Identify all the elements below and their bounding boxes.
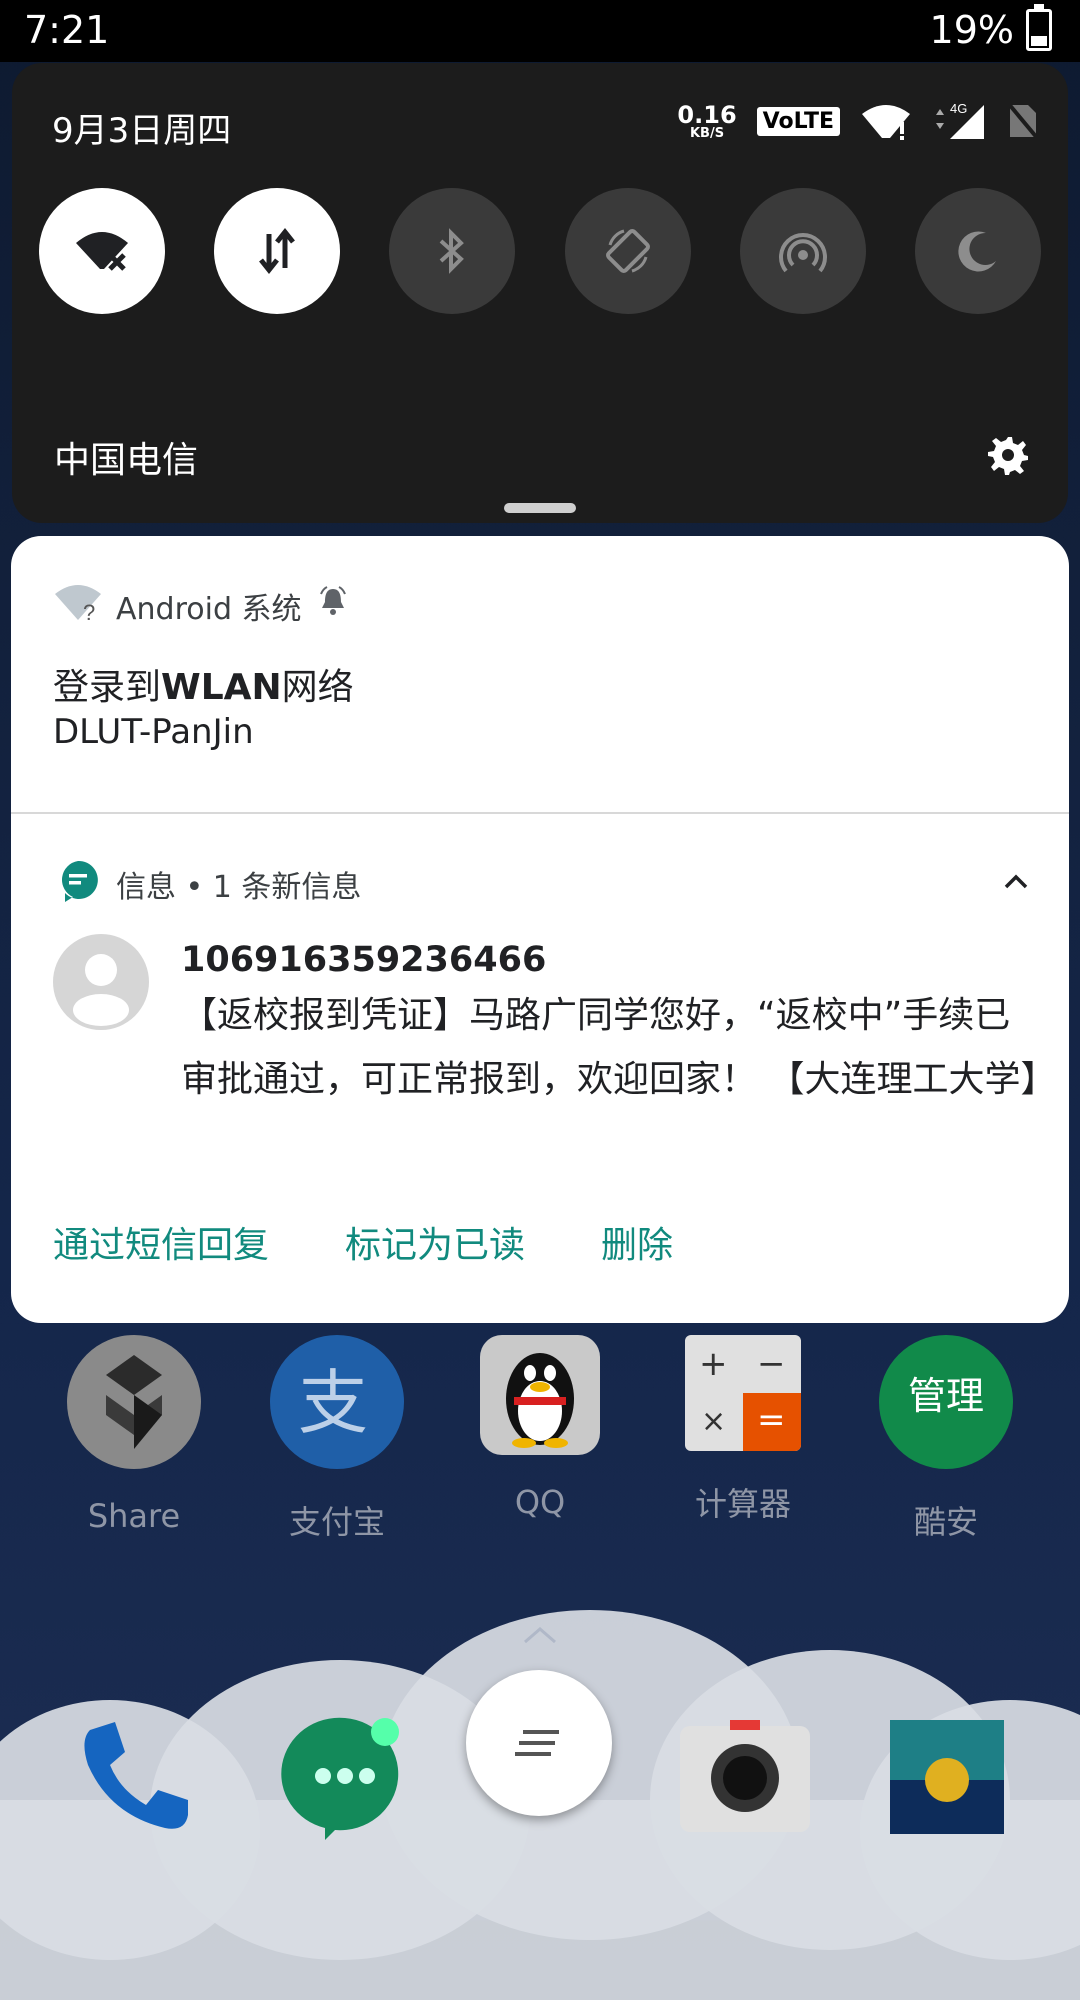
svg-text:+: + — [699, 1344, 728, 1384]
notification-app-name: Android 系统 — [116, 592, 302, 627]
svg-text:支: 支 — [298, 1362, 368, 1444]
battery-icon — [1026, 4, 1052, 51]
tile-auto-rotate[interactable] — [565, 188, 691, 314]
calculator-app-icon: + − × = — [685, 1335, 801, 1451]
swipe-up-chevron-icon[interactable] — [522, 1625, 558, 1645]
alert-bell-icon — [320, 586, 346, 615]
admin-badge: 管理 — [907, 1374, 984, 1418]
panel-drag-handle[interactable] — [504, 503, 576, 513]
quick-settings-panel: 9月3日周四 0.16 KB/S VoLTE 4G 中国电信 — [12, 63, 1068, 523]
wifi-signal-icon — [862, 105, 910, 140]
clock: 7:21 — [24, 8, 110, 52]
wifi-question-icon: ? — [55, 585, 101, 622]
gallery-app-icon[interactable] — [890, 1720, 1004, 1834]
clear-notifications-button[interactable] — [466, 1670, 612, 1816]
no-sim-icon — [1008, 103, 1038, 139]
cell-signal-icon: 4G — [936, 101, 984, 139]
app-coolapk[interactable]: 管理 酷安 — [871, 1335, 1021, 1543]
wifi-off-icon — [76, 232, 128, 271]
tile-night-mode[interactable] — [915, 188, 1041, 314]
camera-app-icon[interactable] — [680, 1720, 810, 1832]
hotspot-icon — [779, 233, 827, 273]
coolapk-app-icon: 管理 — [879, 1335, 1013, 1469]
bluetooth-icon — [439, 228, 464, 274]
notification-actions: 通过短信回复 标记为已读 删除 — [53, 1216, 673, 1268]
rotate-icon — [606, 229, 650, 273]
mark-read-button[interactable]: 标记为已读 — [345, 1216, 525, 1268]
svg-text:=: = — [757, 1400, 786, 1440]
share-app-icon — [67, 1335, 201, 1469]
notification-title: 登录到WLAN网络 — [53, 667, 354, 708]
quick-tiles — [39, 188, 1049, 314]
moon-icon — [958, 231, 996, 272]
app-alipay[interactable]: 支 支付宝 — [262, 1335, 412, 1543]
svg-text:?: ? — [83, 600, 95, 622]
qs-date: 9月3日周四 — [52, 111, 232, 151]
battery-percent: 19% — [929, 8, 1014, 52]
data-arrows-icon — [259, 228, 295, 274]
svg-text:4G: 4G — [950, 101, 967, 116]
svg-text:−: − — [757, 1344, 786, 1384]
app-calculator[interactable]: + − × = 计算器 — [668, 1335, 818, 1525]
app-share[interactable]: Share — [59, 1335, 209, 1535]
battery-status: 19% — [929, 4, 1052, 52]
collapse-chevron-icon[interactable] — [1003, 872, 1029, 890]
messages-app-icon — [61, 860, 98, 902]
network-speed: 0.16 KB/S — [677, 100, 737, 141]
contact-avatar — [53, 934, 149, 1030]
notification-divider — [11, 812, 1069, 814]
alipay-app-icon: 支 — [270, 1335, 404, 1469]
notification-header: 信息 • 1 条新信息 — [116, 870, 362, 905]
reply-button[interactable]: 通过短信回复 — [53, 1216, 269, 1268]
app-qq[interactable]: QQ — [465, 1335, 615, 1521]
qs-status-icons: 0.16 KB/S VoLTE 4G — [677, 101, 1038, 141]
message-sender: 106916359236466 — [181, 940, 547, 980]
notification-text: DLUT-PanJin — [53, 712, 254, 752]
tile-wifi[interactable] — [39, 188, 165, 314]
volte-badge: VoLTE — [756, 106, 840, 136]
qq-penguin-icon — [480, 1335, 600, 1455]
clear-all-icon — [515, 1730, 559, 1756]
tile-mobile-data[interactable] — [214, 188, 340, 314]
phone-app-icon[interactable] — [70, 1710, 200, 1840]
person-icon — [73, 954, 129, 1026]
tile-hotspot[interactable] — [740, 188, 866, 314]
carrier-name: 中国电信 — [54, 440, 199, 481]
delete-button[interactable]: 删除 — [601, 1216, 673, 1268]
settings-gear-icon[interactable] — [988, 435, 1028, 475]
tile-bluetooth[interactable] — [389, 188, 515, 314]
hangouts-app-icon[interactable] — [275, 1710, 415, 1850]
status-bar: 7:21 19% — [0, 0, 1080, 62]
notification-card: ? Android 系统 登录到WLAN网络 DLUT-PanJin 信息 • … — [11, 536, 1069, 1323]
message-body: 【返校报到凭证】马路广同学您好，“返校中”手续已审批通过，可正常报到，欢迎回家！… — [181, 995, 1057, 1100]
svg-text:×: × — [701, 1404, 726, 1439]
